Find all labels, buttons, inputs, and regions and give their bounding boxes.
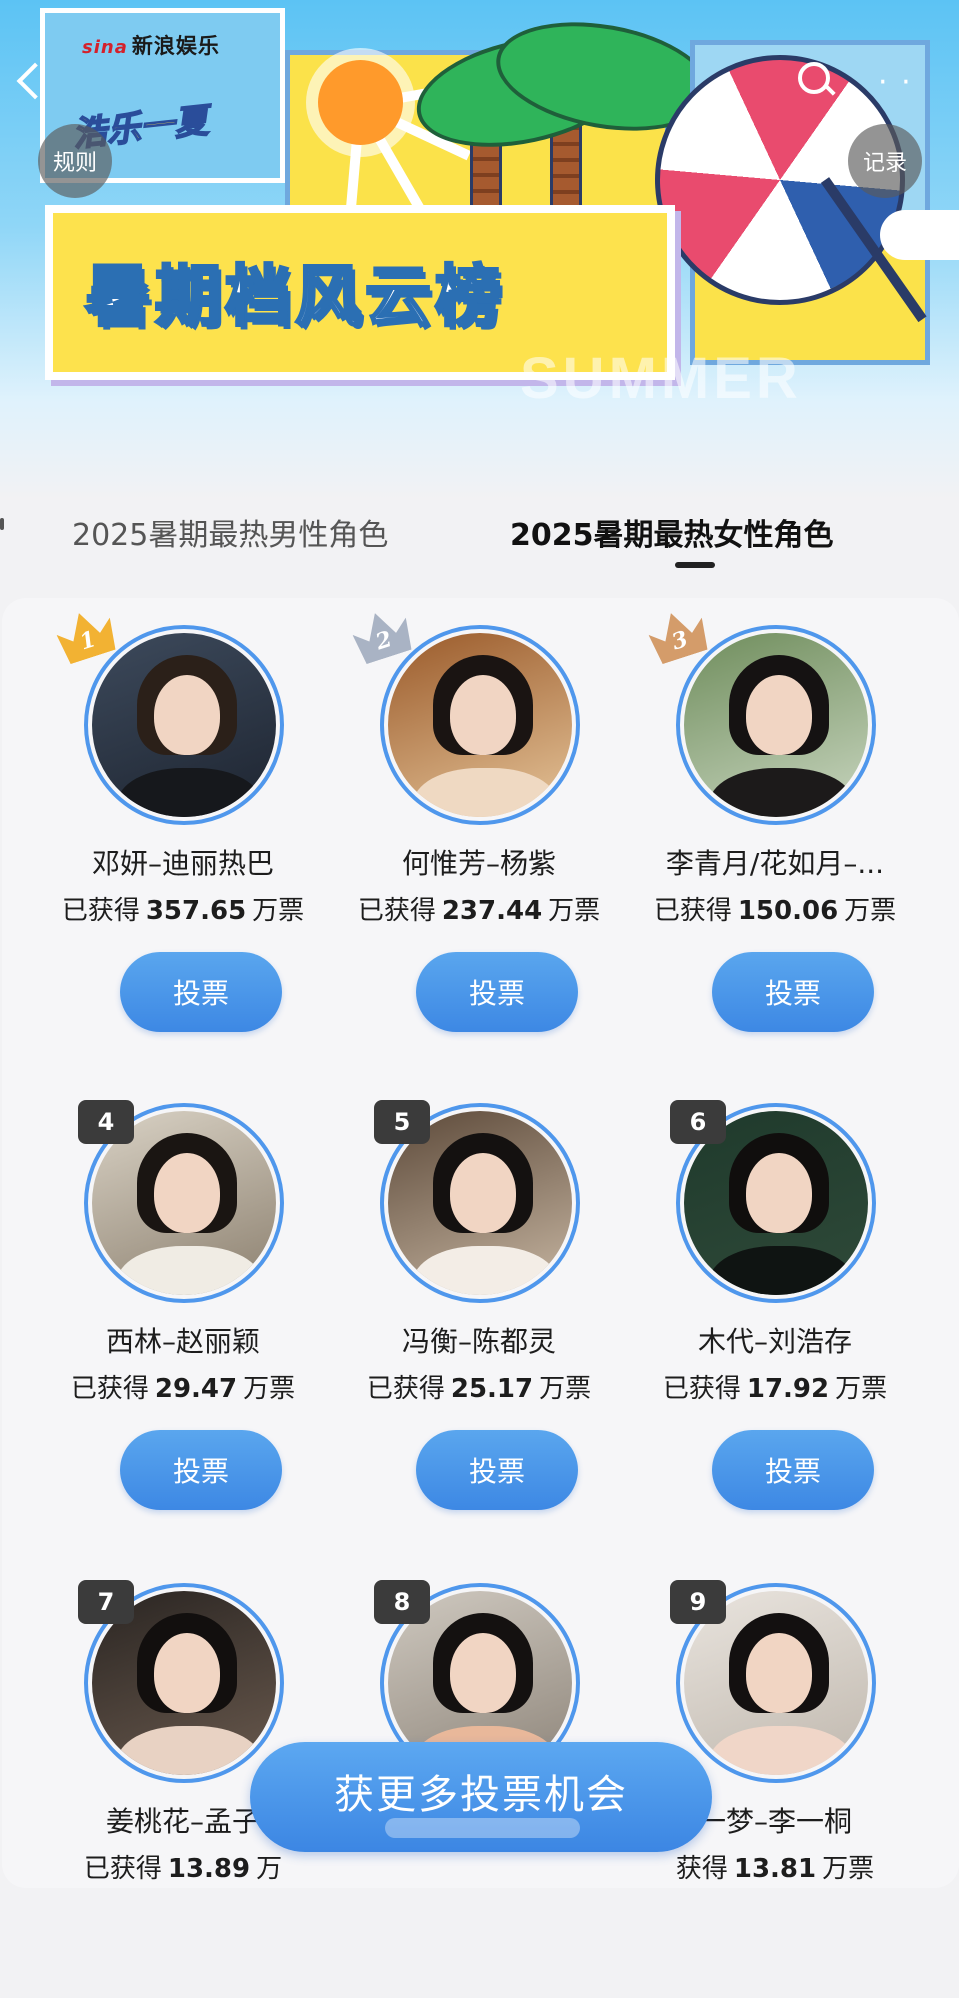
- more-icon[interactable]: · ·: [878, 68, 913, 98]
- vote-count: 已获得 150.06 万票: [653, 896, 897, 926]
- cta-subtext: [385, 1818, 580, 1838]
- vote-button[interactable]: 投票: [416, 952, 578, 1032]
- vote-button[interactable]: 投票: [120, 1430, 282, 1510]
- avatar[interactable]: [380, 625, 580, 825]
- avatar[interactable]: [84, 625, 284, 825]
- summer-watermark: SUMMER: [520, 346, 802, 411]
- vote-count: 已获得 29.47 万票: [70, 1374, 296, 1404]
- candidate-name: 冯衡–陈都灵: [401, 1325, 556, 1358]
- active-tab-indicator: [675, 562, 715, 568]
- candidate-card: 3 李青月/花如月–... 已获得 150.06 万票 投票: [625, 600, 925, 1040]
- page-title: 暑期档风云榜: [84, 257, 505, 337]
- candidate-name: 邓妍–迪丽热巴: [91, 847, 274, 880]
- vote-count: 已获得 237.44 万票: [357, 896, 601, 926]
- vote-count: 已获得 17.92 万票: [662, 1374, 888, 1404]
- brand-logo: sina 新浪娱乐: [82, 30, 220, 60]
- tab-scroll-indicator: [0, 518, 4, 530]
- vote-button[interactable]: 投票: [712, 952, 874, 1032]
- candidate-name: 李青月/花如月–...: [665, 847, 885, 880]
- candidate-name: 木代–刘浩存: [697, 1325, 852, 1358]
- rank-badge: 5: [374, 1100, 430, 1144]
- candidate-name: 西林–赵丽颖: [105, 1325, 260, 1358]
- vote-button[interactable]: 投票: [416, 1430, 578, 1510]
- candidate-card: 5 冯衡–陈都灵 已获得 25.17 万票 投票: [329, 1078, 629, 1518]
- brand-name: 新浪娱乐: [131, 34, 220, 58]
- candidate-card: 6 木代–刘浩存 已获得 17.92 万票 投票: [625, 1078, 925, 1518]
- search-icon[interactable]: [798, 62, 830, 94]
- candidate-card: 2 何惟芳–杨紫 已获得 237.44 万票 投票: [329, 600, 629, 1040]
- category-tabs: 2025暑期最热男性角色 2025暑期最热女性角色: [0, 500, 959, 580]
- sun-icon: [318, 60, 403, 145]
- rank-badge: 4: [78, 1100, 134, 1144]
- rank-badge: 6: [670, 1100, 726, 1144]
- candidate-card: 1 邓妍–迪丽热巴 已获得 357.65 万票 投票: [33, 600, 333, 1040]
- vote-button[interactable]: 投票: [712, 1430, 874, 1510]
- rank-badge: 9: [670, 1580, 726, 1624]
- vote-count: 已获得 13.89 万: [83, 1854, 283, 1884]
- brand-prefix: sina: [82, 37, 128, 58]
- vote-count: 已获得 25.17 万票: [366, 1374, 592, 1404]
- rank-badge: 7: [78, 1580, 134, 1624]
- candidate-name: 何惟芳–杨紫: [401, 847, 556, 880]
- candidate-card: 4 西林–赵丽颖 已获得 29.47 万票 投票: [33, 1078, 333, 1518]
- vote-count: 获得 13.81 万票: [675, 1854, 875, 1884]
- rank-badge: 8: [374, 1580, 430, 1624]
- records-button[interactable]: 记录: [848, 124, 922, 198]
- vote-count: 已获得 357.65 万票: [61, 896, 305, 926]
- banner: sina 新浪娱乐 浩乐一夏 暑期档风云榜 SUMMER · · 规则 记录: [0, 0, 959, 500]
- tab-female-roles[interactable]: 2025暑期最热女性角色: [510, 510, 834, 554]
- tab-male-roles[interactable]: 2025暑期最热男性角色: [72, 510, 388, 554]
- avatar[interactable]: [676, 625, 876, 825]
- rules-button[interactable]: 规则: [38, 124, 112, 198]
- vote-button[interactable]: 投票: [120, 952, 282, 1032]
